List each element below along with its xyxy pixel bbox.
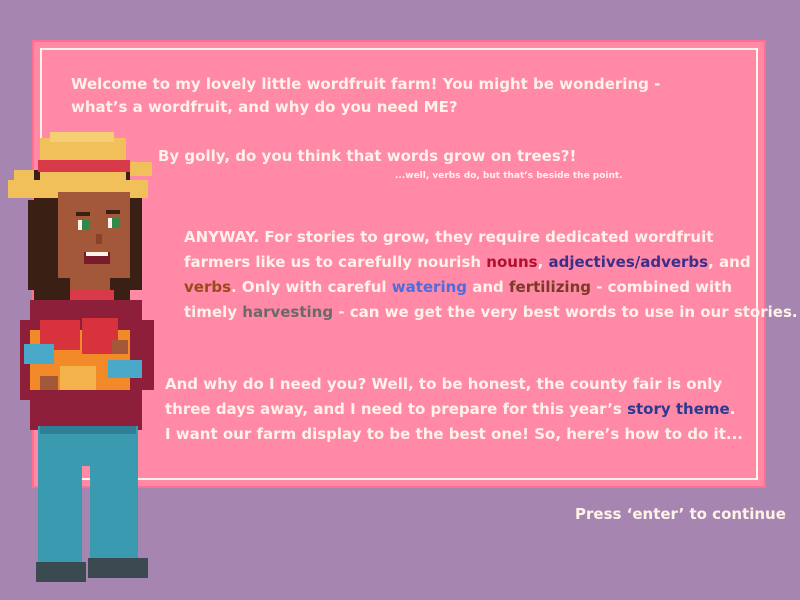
text-span: and <box>467 278 509 296</box>
text-span: - can we get the very best words to use … <box>333 303 798 321</box>
text-span: timely <box>184 303 243 321</box>
text-span: . Only with careful <box>231 278 392 296</box>
text-span: , and <box>708 253 751 271</box>
keyword-story-theme: story theme <box>627 400 730 418</box>
dialog-line: ANYWAY. For stories to grow, they requir… <box>184 228 714 246</box>
continue-prompt[interactable]: Press ‘enter’ to continue <box>575 505 786 523</box>
text-span: three days away, and I need to prepare f… <box>165 400 628 418</box>
keyword-verbs: verbs <box>184 278 232 296</box>
keyword-adjectives-adverbs: adjectives/adverbs <box>548 253 709 271</box>
dialog-line: verbs. Only with careful watering and fe… <box>184 276 732 299</box>
text-span: - combined with <box>590 278 733 296</box>
dialog-line: timely harvesting - can we get the very … <box>184 301 798 324</box>
dialog-aside: ...well, verbs do, but that’s beside the… <box>395 171 623 181</box>
dialog-line: Welcome to my lovely little wordfruit fa… <box>71 75 661 93</box>
dialog-line: By golly, do you think that words grow o… <box>158 147 577 165</box>
keyword-watering: watering <box>391 278 468 296</box>
dialog-line: And why do I need you? Well, to be hones… <box>165 375 723 393</box>
dialog-line: what’s a wordfruit, and why do you need … <box>71 98 458 116</box>
dialog-line: farmers like us to carefully nourish nou… <box>184 251 751 274</box>
text-span: farmers like us to carefully nourish <box>184 253 487 271</box>
keyword-nouns: nouns <box>486 253 538 271</box>
dialog-line: three days away, and I need to prepare f… <box>165 398 735 421</box>
keyword-fertilizing: fertilizing <box>509 278 591 296</box>
keyword-harvesting: harvesting <box>242 303 334 321</box>
text-span: , <box>537 253 549 271</box>
farmer-girl-icon <box>8 132 154 582</box>
dialog-line: I want our farm display to be the best o… <box>165 425 743 443</box>
text-span: . <box>729 400 736 418</box>
